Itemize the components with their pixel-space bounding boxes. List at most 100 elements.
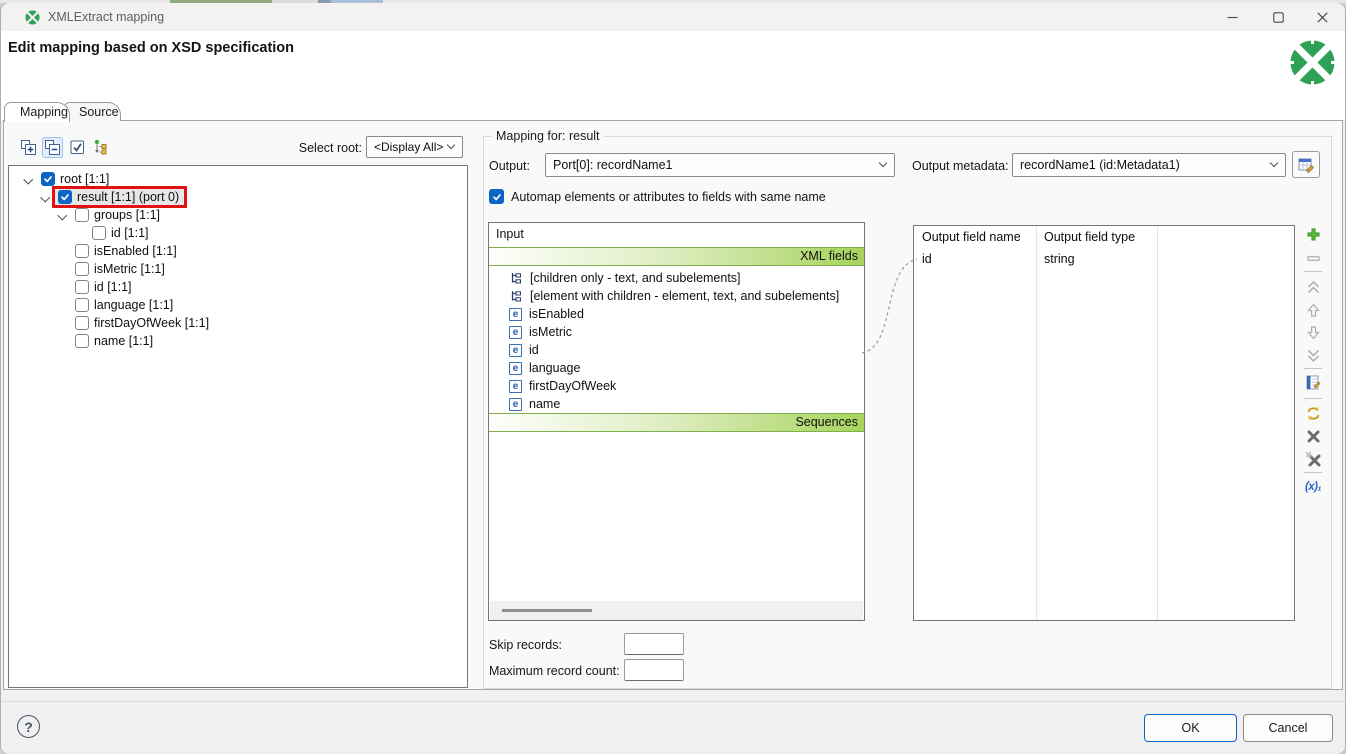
xml-branch-icon bbox=[509, 289, 523, 303]
delete-mapping-button[interactable] bbox=[1302, 425, 1324, 447]
input-field-item[interactable]: eisEnabled bbox=[489, 305, 864, 323]
tree-checkbox[interactable] bbox=[75, 280, 89, 294]
chevron-down-icon bbox=[1270, 159, 1278, 167]
tree-checkbox[interactable] bbox=[75, 262, 89, 276]
output-metadata-dropdown[interactable]: recordName1 (id:Metadata1) bbox=[1012, 153, 1286, 177]
check-elements-button[interactable] bbox=[67, 137, 88, 158]
input-field-item[interactable]: ename bbox=[489, 395, 864, 413]
tree-item-label: isEnabled [1:1] bbox=[94, 244, 177, 258]
input-xml-fields-panel[interactable]: Input XML fields [children only - text, … bbox=[488, 222, 865, 621]
tree-item-label: id [1:1] bbox=[94, 280, 132, 294]
add-field-button[interactable] bbox=[1302, 223, 1324, 245]
tab-mapping[interactable]: Mapping bbox=[4, 102, 70, 122]
toolbar-separator bbox=[1304, 472, 1322, 473]
move-up-button[interactable] bbox=[1302, 299, 1324, 321]
tree-item[interactable]: name [1:1] bbox=[9, 333, 467, 351]
annotated-tree-selection[interactable]: result [1:1] (port 0) bbox=[52, 186, 187, 208]
output-table-rows: idstring bbox=[914, 226, 1294, 620]
double-chevron-down-icon bbox=[1305, 347, 1322, 364]
close-button[interactable] bbox=[1301, 3, 1343, 31]
minus-icon bbox=[1305, 250, 1322, 267]
input-field-label: [element with children - element, text, … bbox=[530, 289, 839, 303]
question-mark-icon: ? bbox=[24, 719, 33, 735]
xsd-tree[interactable]: root [1:1]result [1:1] (port 0)groups [1… bbox=[8, 165, 468, 688]
minimize-button[interactable] bbox=[1211, 3, 1253, 31]
cancel-button-label: Cancel bbox=[1269, 721, 1308, 735]
tree-item-label: id [1:1] bbox=[111, 226, 149, 240]
xpath-settings-button[interactable]: (x)₁ bbox=[1302, 476, 1324, 498]
input-field-label: id bbox=[529, 343, 539, 357]
select-root-dropdown[interactable]: <Display All> bbox=[366, 136, 463, 158]
input-field-label: [children only - text, and subelements] bbox=[530, 271, 741, 285]
output-port-dropdown[interactable]: Port[0]: recordName1 bbox=[545, 153, 895, 177]
skip-records-input[interactable] bbox=[624, 633, 684, 655]
automap-checkbox[interactable] bbox=[489, 189, 504, 204]
tab-source-label: Source bbox=[79, 105, 119, 119]
tree-expander-chevron-icon[interactable] bbox=[24, 175, 33, 184]
tab-source[interactable]: Source bbox=[63, 102, 121, 121]
xml-element-icon: e bbox=[509, 380, 522, 393]
tree-checkbox[interactable] bbox=[75, 334, 89, 348]
tree-item[interactable]: groups [1:1] bbox=[9, 207, 467, 225]
app-clover-icon bbox=[25, 10, 40, 25]
output-fields-table[interactable]: Output field name Output field type idst… bbox=[913, 225, 1295, 621]
input-field-label: isMetric bbox=[529, 325, 572, 339]
move-down-button[interactable] bbox=[1302, 321, 1324, 343]
xml-element-icon: e bbox=[509, 344, 522, 357]
tree-expander-chevron-icon[interactable] bbox=[41, 193, 50, 202]
mapping-connector-line bbox=[855, 250, 925, 360]
tree-item-label: language [1:1] bbox=[94, 298, 173, 312]
tree-item-label: isMetric [1:1] bbox=[94, 262, 165, 276]
remove-field-button[interactable] bbox=[1302, 247, 1324, 269]
title-bar[interactable] bbox=[1, 3, 1345, 31]
select-root-label: Select root: bbox=[270, 141, 362, 155]
expand-all-button[interactable] bbox=[18, 137, 39, 158]
input-field-item[interactable]: e firstDayOfWeek bbox=[489, 377, 864, 395]
tree-item-body[interactable]: name [1:1] bbox=[69, 330, 161, 352]
input-field-item[interactable]: [children only - text, and subelements] bbox=[489, 269, 864, 287]
tree-item-label: name [1:1] bbox=[94, 334, 153, 348]
refresh-mapping-button[interactable] bbox=[1302, 402, 1324, 424]
tree-checkbox[interactable] bbox=[75, 208, 89, 222]
horizontal-scrollbar[interactable] bbox=[490, 601, 863, 620]
tree-expander-chevron-icon[interactable] bbox=[58, 211, 67, 220]
max-record-count-input[interactable] bbox=[624, 659, 684, 681]
tree-checkbox[interactable] bbox=[92, 226, 106, 240]
tree-item[interactable]: result [1:1] (port 0) bbox=[9, 189, 467, 207]
input-field-label: firstDayOfWeek bbox=[529, 379, 616, 393]
edit-metadata-button[interactable] bbox=[1292, 151, 1320, 178]
output-table-row[interactable]: idstring bbox=[914, 252, 1294, 270]
input-field-item[interactable]: elanguage bbox=[489, 359, 864, 377]
tree-checkbox[interactable] bbox=[75, 244, 89, 258]
automap-label: Automap elements or attributes to fields… bbox=[511, 190, 826, 204]
delete-all-mappings-button[interactable] bbox=[1302, 448, 1324, 470]
tab-mapping-label: Mapping bbox=[20, 105, 68, 119]
mapping-for-label: Mapping for: result bbox=[492, 129, 604, 143]
maximize-button[interactable] bbox=[1257, 3, 1299, 31]
tree-checkbox[interactable] bbox=[75, 298, 89, 312]
sequences-section-header: Sequences bbox=[489, 413, 864, 432]
ok-button-label: OK bbox=[1181, 721, 1199, 735]
move-top-button[interactable] bbox=[1302, 276, 1324, 298]
edit-record-button[interactable] bbox=[1302, 372, 1324, 394]
input-field-item[interactable]: eisMetric bbox=[489, 323, 864, 341]
input-field-item[interactable]: [element with children - element, text, … bbox=[489, 287, 864, 305]
tree-order-icon-button[interactable] bbox=[90, 137, 111, 158]
chevron-down-icon bbox=[447, 141, 455, 149]
delete-all-x-icon bbox=[1305, 451, 1322, 468]
output-metadata-value: recordName1 (id:Metadata1) bbox=[1020, 158, 1180, 172]
output-metadata-label: Output metadata: bbox=[912, 159, 1009, 173]
scrollbar-thumb[interactable] bbox=[502, 609, 592, 612]
select-root-value: <Display All> bbox=[374, 140, 443, 154]
cancel-button[interactable]: Cancel bbox=[1243, 714, 1333, 742]
collapse-all-button[interactable] bbox=[42, 137, 63, 158]
help-button[interactable]: ? bbox=[17, 715, 40, 738]
tree-checkbox[interactable] bbox=[75, 316, 89, 330]
input-field-item[interactable]: eid bbox=[489, 341, 864, 359]
toolbar-separator bbox=[1304, 368, 1322, 369]
move-bottom-button[interactable] bbox=[1302, 344, 1324, 366]
chevron-down-icon bbox=[879, 159, 887, 167]
tree-checkbox[interactable] bbox=[41, 172, 55, 186]
ok-button[interactable]: OK bbox=[1144, 714, 1237, 742]
tree-checkbox[interactable] bbox=[58, 190, 72, 204]
